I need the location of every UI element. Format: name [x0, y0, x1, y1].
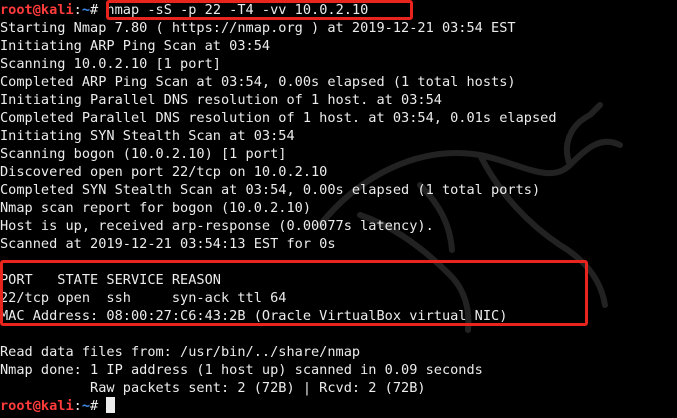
prompt-separator: : [73, 398, 82, 414]
output-line: Initiating Parallel DNS resolution of 1 … [0, 92, 442, 108]
terminal-output: root@kali:~# nmap -sS -p 22 -T4 -vv 10.0… [0, 1, 677, 415]
prompt-symbol: # [90, 2, 99, 18]
prompt-user: root@kali [0, 2, 74, 18]
output-line: Host is up, received arp-response (0.000… [0, 218, 434, 234]
input-line[interactable]: root@kali:~# [0, 397, 677, 415]
command-highlight-box [106, 0, 413, 20]
output-line: Nmap done: 1 IP address (1 host up) scan… [0, 362, 483, 378]
output-line: Starting Nmap 7.80 ( https://nmap.org ) … [0, 20, 516, 36]
output-line: Scanned at 2019-12-21 03:54:13 EST for 0… [0, 236, 336, 252]
prompt-path: ~ [81, 398, 91, 414]
output-line: Discovered open port 22/tcp on 10.0.2.10 [0, 164, 328, 180]
prompt-separator: : [73, 2, 82, 18]
output-line: Scanning 10.0.2.10 [1 port] [0, 56, 221, 72]
output-line: Completed ARP Ping Scan at 03:54, 0.00s … [0, 74, 516, 90]
prompt-user: root@kali [0, 398, 74, 414]
output-line: Nmap scan report for bogon (10.0.2.10) [0, 200, 311, 216]
output-line: Completed SYN Stealth Scan at 03:54, 0.0… [0, 182, 541, 198]
output-line: Initiating ARP Ping Scan at 03:54 [0, 38, 271, 54]
output-line: Raw packets sent: 2 (72B) | Rcvd: 2 (72B… [0, 380, 426, 396]
output-line: Initiating SYN Stealth Scan at 03:54 [0, 128, 295, 144]
prompt-path: ~ [81, 2, 91, 18]
output-line: Read data files from: /usr/bin/../share/… [0, 344, 361, 360]
ports-highlight-box [0, 260, 588, 326]
text-cursor [106, 397, 116, 413]
output-line: Completed Parallel DNS resolution of 1 h… [0, 110, 557, 126]
prompt-symbol: # [90, 398, 99, 414]
terminal-window[interactable]: root@kali:~# nmap -sS -p 22 -T4 -vv 10.0… [0, 0, 677, 418]
output-line: Scanning bogon (10.0.2.10) [1 port] [0, 146, 287, 162]
